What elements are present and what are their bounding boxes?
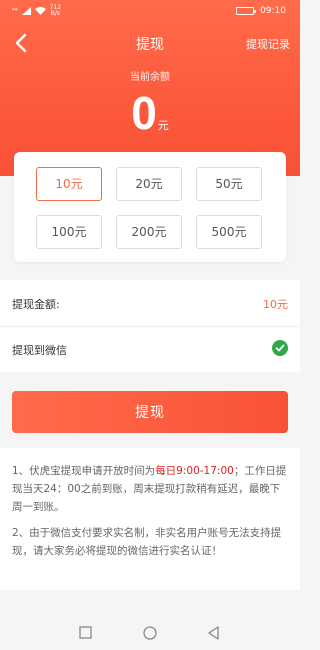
amount-option-500[interactable]: 500元 <box>196 215 262 249</box>
battery-icon <box>236 7 257 15</box>
signal-icon: ⁴⁶ <box>12 7 18 15</box>
withdraw-notes: 1、伏虎宝提现申请开放时间为每日9:00-17:00；工作日提现当天24：00之… <box>0 448 300 590</box>
amount-options-card: 10元 20元 50元 100元 200元 500元 <box>14 152 286 262</box>
withdraw-submit-button[interactable]: 提现 <box>12 391 288 433</box>
balance-label: 当前余额 <box>130 72 170 83</box>
cellular-signal-icon <box>21 7 31 15</box>
status-bar: ⁴⁶ 712 B/s 09:10 <box>0 0 300 22</box>
network-speed: 712 B/s <box>49 4 62 17</box>
amount-option-50[interactable]: 50元 <box>196 167 262 201</box>
withdraw-history-link[interactable]: 提现记录 <box>246 36 290 52</box>
amount-option-10[interactable]: 10元 <box>36 167 102 201</box>
withdraw-amount-value: 10元 <box>263 298 288 311</box>
status-time: 09:10 <box>260 6 286 16</box>
withdraw-to-wechat-row[interactable]: 提现到微信 <box>0 326 300 372</box>
withdraw-info-list: 提现金额: 10元 提现到微信 <box>0 280 300 372</box>
balance-unit: 元 <box>157 119 169 132</box>
note-1: 1、伏虎宝提现申请开放时间为每日9:00-17:00；工作日提现当天24：00之… <box>12 465 287 513</box>
back-nav-icon[interactable] <box>207 626 220 640</box>
withdraw-amount-label: 提现金额: <box>12 298 60 311</box>
withdraw-amount-row: 提现金额: 10元 <box>0 280 300 327</box>
home-icon[interactable] <box>143 626 157 640</box>
withdraw-to-wechat-label: 提现到微信 <box>12 344 67 357</box>
balance-display: 0元 <box>0 86 300 140</box>
check-circle-icon <box>272 340 288 356</box>
amount-option-200[interactable]: 200元 <box>116 215 182 249</box>
note-2: 2、由于微信支付要求实名制，非实名用户账号无法支持提现，请大家务必将提现的微信进… <box>12 527 282 557</box>
system-nav-bar <box>0 612 300 650</box>
balance-value: 0 <box>131 87 157 139</box>
amount-option-20[interactable]: 20元 <box>116 167 182 201</box>
recent-apps-icon[interactable] <box>79 626 92 639</box>
amount-option-100[interactable]: 100元 <box>36 215 102 249</box>
wifi-icon <box>34 7 46 15</box>
note-1-highlight: 每日9:00-17:00 <box>155 465 234 477</box>
nav-bar: 提现 提现记录 <box>0 28 300 58</box>
